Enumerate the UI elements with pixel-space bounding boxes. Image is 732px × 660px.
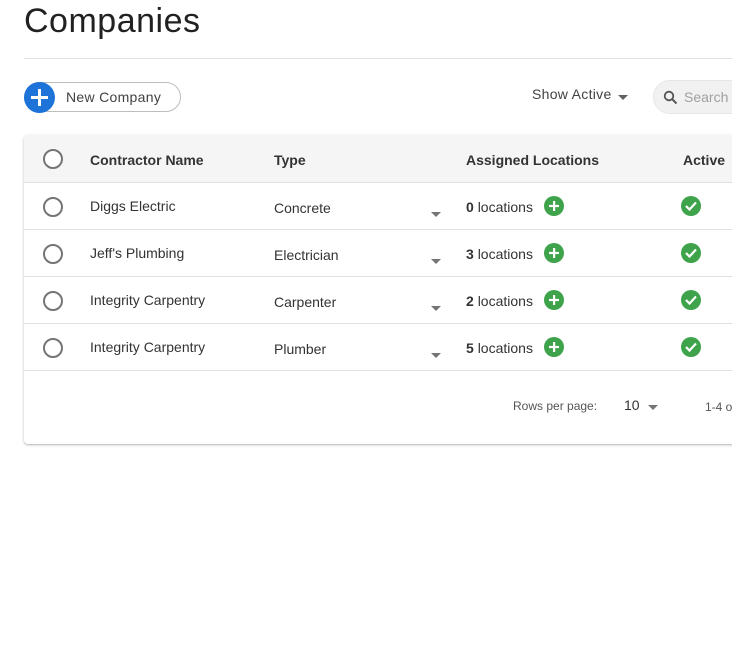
add-location-button[interactable] [544,243,564,263]
column-header-active[interactable]: Active [683,152,725,168]
table-row: Integrity Carpentry Carpenter 2 location… [24,277,732,324]
type-value: Concrete [274,200,331,216]
location-count: 3 [466,246,474,262]
assigned-locations: 2 locations [466,293,533,309]
rows-per-page-dropdown[interactable]: 10 [624,397,658,417]
check-icon [685,248,697,259]
location-count: 5 [466,340,474,356]
type-value: Carpenter [274,294,337,310]
companies-table: Contractor Name Type Assigned Locations … [24,135,732,444]
location-count: 0 [466,199,474,215]
companies-page: Companies New Company Show Active Contra… [0,0,732,660]
active-status [681,196,701,216]
type-dropdown[interactable]: Carpenter [274,277,444,323]
new-company-label: New Company [66,89,162,105]
caret-down-icon [431,251,441,269]
show-active-label: Show Active [532,86,612,102]
caret-down-icon [431,204,441,222]
plus-icon [549,295,559,305]
type-dropdown[interactable]: Electrician [274,230,444,276]
search-box[interactable] [653,80,732,114]
plus-icon [549,248,559,258]
add-location-button[interactable] [544,196,564,216]
table-header: Contractor Name Type Assigned Locations … [24,135,732,183]
search-input[interactable] [684,88,732,106]
row-select-radio[interactable] [43,291,63,311]
column-header-contractor-name[interactable]: Contractor Name [90,152,204,168]
search-icon [663,90,678,105]
row-select-radio[interactable] [43,338,63,358]
plus-icon [549,342,559,352]
select-all-radio[interactable] [43,149,63,169]
assigned-locations: 3 locations [466,246,533,262]
active-status [681,243,701,263]
assigned-locations: 0 locations [466,199,533,215]
locations-word: locations [477,246,533,262]
table-row: Integrity Carpentry Plumber 5 locations [24,324,732,371]
contractor-name: Integrity Carpentry [90,292,206,308]
active-status [681,290,701,310]
check-icon [685,295,697,306]
contractor-name: Diggs Electric [90,198,176,214]
table-pagination: Rows per page: 10 1-4 of 4 [24,371,732,443]
caret-down-icon [617,87,628,103]
rows-per-page-label: Rows per page: [513,399,598,413]
locations-word: locations [477,293,533,309]
contractor-name: Jeff's Plumbing [90,245,185,261]
add-location-button[interactable] [544,290,564,310]
caret-down-icon [647,397,658,415]
add-location-button[interactable] [544,337,564,357]
plus-icon [549,201,559,211]
plus-icon [24,82,55,113]
rows-per-page-value: 10 [624,397,640,414]
contractor-name: Integrity Carpentry [90,339,206,355]
type-dropdown[interactable]: Concrete [274,183,444,229]
row-select-radio[interactable] [43,197,63,217]
page-title: Companies [24,2,201,40]
check-icon [685,201,697,212]
pagination-range: 1-4 of 4 [705,400,732,414]
location-count: 2 [466,293,474,309]
title-divider [24,58,732,59]
show-active-dropdown[interactable]: Show Active [532,86,628,103]
column-header-assigned-locations[interactable]: Assigned Locations [466,152,599,168]
locations-word: locations [477,340,533,356]
caret-down-icon [431,345,441,363]
row-select-radio[interactable] [43,244,63,264]
type-dropdown[interactable]: Plumber [274,324,444,370]
table-row: Diggs Electric Concrete 0 locations [24,183,732,230]
type-value: Electrician [274,247,339,263]
caret-down-icon [431,298,441,316]
active-status [681,337,701,357]
type-value: Plumber [274,341,327,357]
assigned-locations: 5 locations [466,340,533,356]
column-header-type[interactable]: Type [274,152,306,168]
new-company-button[interactable]: New Company [24,82,181,113]
check-icon [685,342,697,353]
table-row: Jeff's Plumbing Electrician 3 locations [24,230,732,277]
locations-word: locations [477,199,533,215]
